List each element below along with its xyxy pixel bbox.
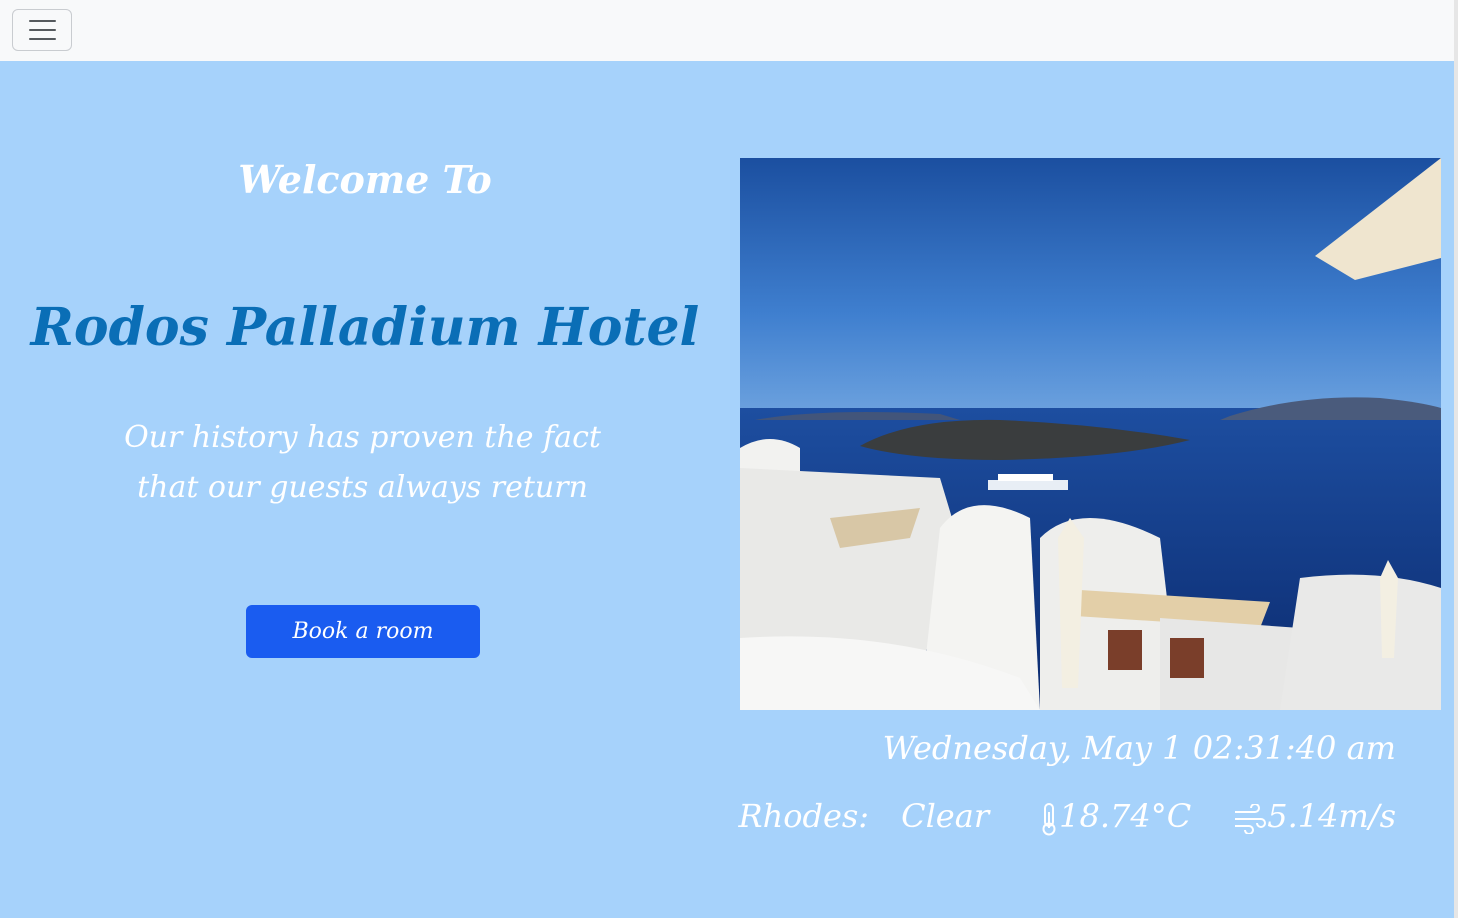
navbar-toggler-button[interactable]: [12, 9, 72, 51]
navbar: [0, 0, 1454, 61]
weather-wind-speed: 5.14m/s: [1267, 797, 1396, 836]
weather-city: Rhodes:: [738, 797, 870, 836]
weather-row: Rhodes: Clear 18.74°C 5.14m/s: [738, 797, 1396, 836]
welcome-heading: Welcome To: [238, 157, 492, 202]
scrollbar[interactable]: [1454, 0, 1458, 918]
current-datetime: Wednesday, May 1 02:31:40 am: [882, 729, 1396, 767]
book-room-button[interactable]: Book a room: [246, 605, 480, 658]
hero-section: Welcome To Rodos Palladium Hotel Our his…: [0, 61, 1454, 918]
weather-temperature: 18.74°C: [1059, 797, 1192, 836]
thermometer-icon: [1039, 797, 1059, 836]
hotel-photo: [740, 158, 1441, 710]
tagline-line-2: that our guests always return: [137, 470, 588, 505]
wind-icon: [1233, 797, 1267, 835]
hotel-name-title: Rodos Palladium Hotel: [30, 297, 700, 358]
weather-condition: Clear: [901, 797, 990, 836]
tagline: Our history has proven the fact that our…: [0, 413, 725, 513]
tagline-line-1: Our history has proven the fact: [124, 420, 601, 455]
